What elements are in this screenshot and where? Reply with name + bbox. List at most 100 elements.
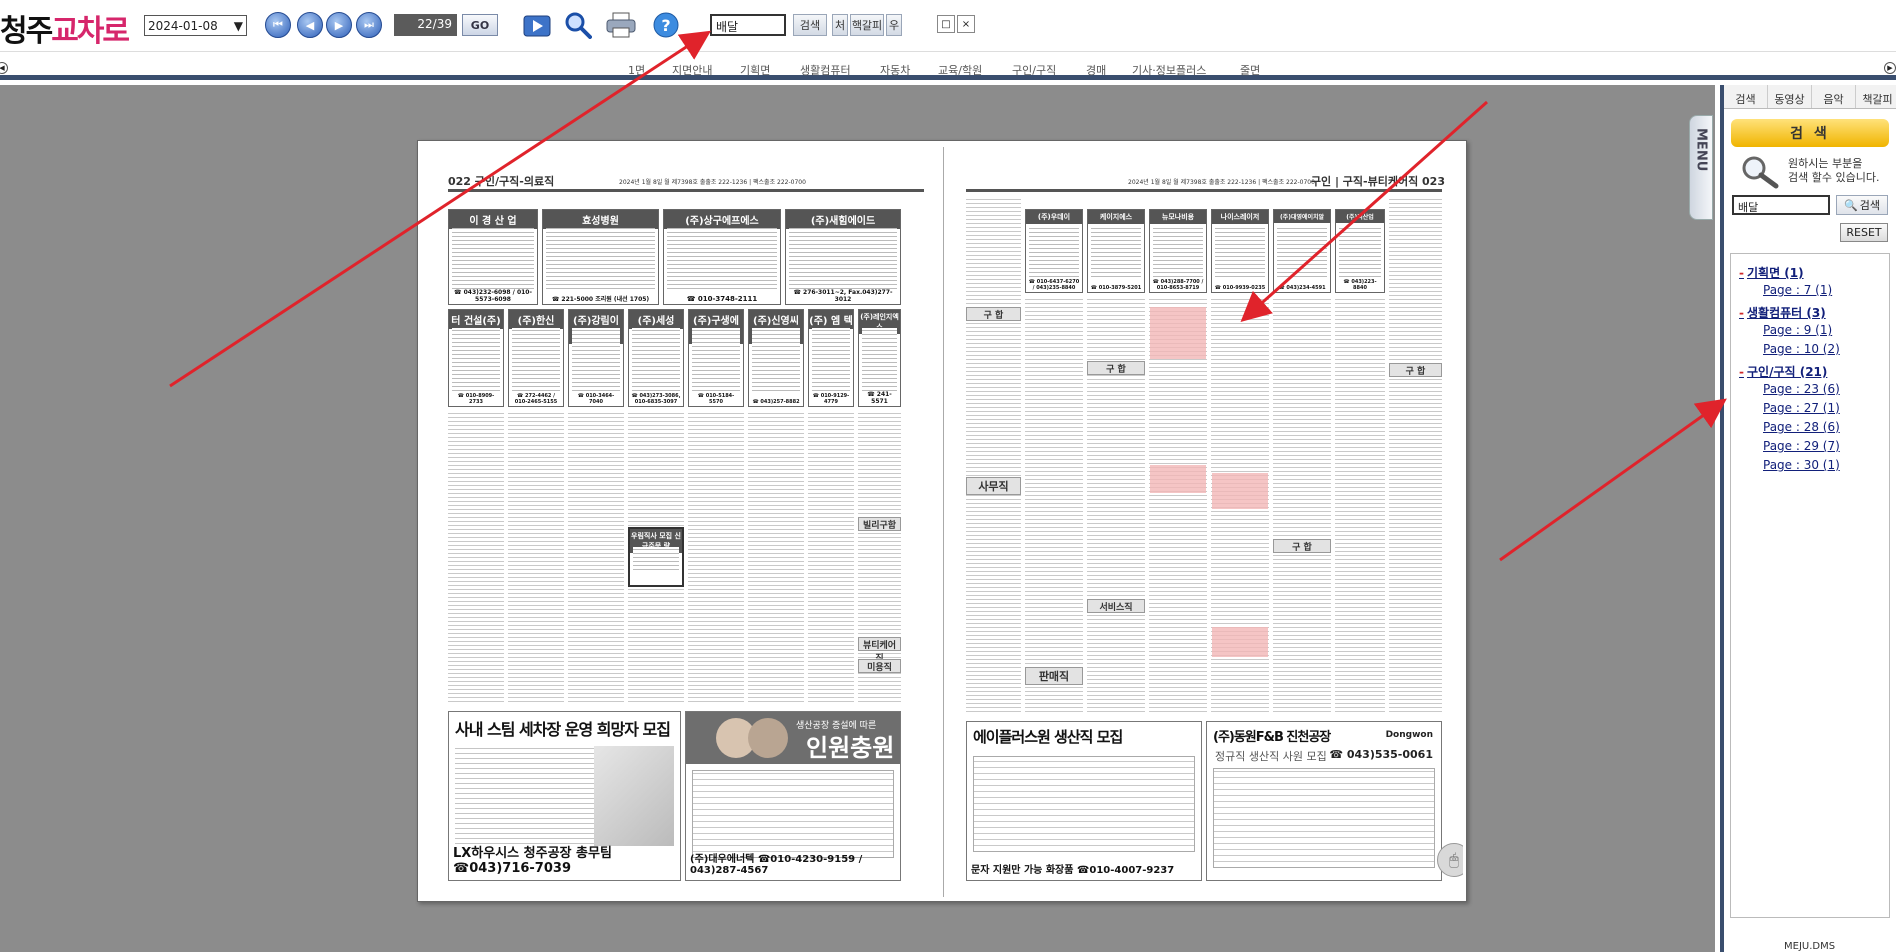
menu-item[interactable]: 줄면 xyxy=(1240,62,1260,78)
menu-item[interactable]: 지면안내 xyxy=(672,62,712,78)
menu-scroll-right-icon[interactable]: ▶ xyxy=(1884,62,1896,74)
small-ad: 우림직사 모집 신규주문 량 xyxy=(628,527,684,587)
tab-music[interactable]: 음악 xyxy=(1812,85,1856,108)
ad-box: 나이스레이저 ☎ 010-9939-0235 xyxy=(1211,209,1269,293)
ad-box: (주)신영씨스템☎ 043)257-8882 xyxy=(748,309,804,407)
ad-box-phone: ☎ 276-3011~2, Fax.043)277-3012 xyxy=(793,289,893,303)
classified-column xyxy=(1149,297,1207,715)
ad-box: (주)한신 ☎ 272-4462 / 010-2465-5155 xyxy=(508,309,564,407)
close-button[interactable]: × xyxy=(957,15,975,33)
ad-box-phone: ☎ 010-5184-5570 xyxy=(697,393,735,405)
ad-box: (주) 엠 텍 ☎ 010-9129-4779 xyxy=(808,309,854,407)
ad-box: 효성병원 ☎ 221-5000 조리원 (내선 1705) xyxy=(542,209,659,305)
menu-item[interactable]: 경매 xyxy=(1086,62,1106,78)
menu-item[interactable]: 1면 xyxy=(628,62,645,78)
ad-box-title: (주)새힘에이드 xyxy=(786,210,900,229)
zoom-icon[interactable] xyxy=(561,9,595,41)
result-group[interactable]: - 구인/구직 (21) xyxy=(1739,363,1881,380)
ad-box: 이 경 산 업 ☎ 043)232-6098 / 010-5573-6098 xyxy=(448,209,538,305)
sidebar-search-button[interactable]: 🔍 검색 xyxy=(1836,195,1888,215)
left-page[interactable]: 022 구인/구직-의료직 2024년 1월 8일 월 제7398호 출출조 2… xyxy=(424,147,939,897)
section-label: 구 합 xyxy=(1389,363,1442,377)
display-ad-2-footer: (주)대우에너텍 ☎010-4230-9159 / 043)287-4567 xyxy=(690,854,863,876)
date-select[interactable]: 2024-01-08 ▼ xyxy=(144,15,247,36)
section-label: 구 합 xyxy=(966,307,1021,321)
search-highlight xyxy=(1150,307,1206,359)
ad-box-phone: ☎ 043)273-3086, 010-6835-3097 xyxy=(631,393,681,405)
ad-box: (주)세성 ☎ 043)273-3086, 010-6835-3097 xyxy=(628,309,684,407)
help-icon[interactable]: ? xyxy=(649,9,683,41)
result-group[interactable]: - 기획면 (1) xyxy=(1739,264,1881,281)
section-label: 사무직 xyxy=(966,477,1021,495)
ad-box-phone: ☎ 043)288-7700 / 010-8653-8719 xyxy=(1152,279,1204,291)
classified-column xyxy=(1335,297,1385,715)
menu-toggle-tab[interactable]: MENU xyxy=(1689,115,1713,220)
ad-box: (주)강림이엔알☎ 010-3464-7040 xyxy=(568,309,624,407)
ad-box: 뉴모나비용 ☎ 043)288-7700 / 010-8653-8719 xyxy=(1149,209,1207,293)
display-ad-4-brand: Dongwon xyxy=(1385,730,1433,740)
next-page-icon[interactable]: ▶ xyxy=(326,12,352,38)
ad-box-phone: ☎ 010-9129-4779 xyxy=(812,393,850,405)
right-page[interactable]: 구인 | 구직-뷰티케어직 023 2024년 1월 8일 월 제7398호 출… xyxy=(948,147,1463,897)
menu-item[interactable]: 기획면 xyxy=(740,62,770,78)
sidebar-search-input[interactable]: 배달 xyxy=(1732,195,1830,215)
first-page-icon[interactable]: ⏮ xyxy=(265,12,291,38)
display-ad-4-sub: 정규직 생산직 사원 모집 xyxy=(1215,750,1327,763)
ad-box-title: 나이스레이저 xyxy=(1212,210,1268,224)
magnifier-icon xyxy=(1740,155,1782,197)
search-button[interactable]: 검색 xyxy=(793,14,827,36)
menu-item[interactable]: 교육/학원 xyxy=(938,62,982,78)
page-divider xyxy=(943,147,944,897)
print-icon[interactable] xyxy=(604,9,638,41)
video-icon[interactable] xyxy=(520,9,554,41)
top-toolbar: 청주교차로 2024-01-08 ▼ ⏮ ◀ ▶ ⏭ 22/39 GO ? 배달 … xyxy=(0,0,1896,52)
section-label: 빌리구함 xyxy=(858,517,901,531)
result-page-link[interactable]: Page : 7 (1) xyxy=(1763,281,1881,300)
reset-button[interactable]: RESET xyxy=(1840,223,1888,242)
result-page-link[interactable]: Page : 29 (7) xyxy=(1763,437,1881,456)
right-page-header-info: 2024년 1월 8일 월 제7398호 출출조 222-1236 | 팩스출조… xyxy=(1128,179,1315,186)
result-page-link[interactable]: Page : 10 (2) xyxy=(1763,340,1881,359)
result-page-link[interactable]: Page : 30 (1) xyxy=(1763,456,1881,475)
page-indicator[interactable]: 22/39 xyxy=(394,14,457,36)
ad-box-title: (주)대영에이치알 xyxy=(1274,210,1330,223)
date-value: 2024-01-08 xyxy=(148,18,218,33)
tab-search[interactable]: 검색 xyxy=(1724,85,1768,108)
prev-page-icon[interactable]: ◀ xyxy=(297,12,323,38)
bookmark-button[interactable]: 핵갈피 xyxy=(850,14,884,36)
result-page-link[interactable]: Page : 23 (6) xyxy=(1763,380,1881,399)
classified-column xyxy=(448,413,504,705)
ad-box: 터 건설(주) ☎ 010-8909-2733 xyxy=(448,309,504,407)
newspaper-viewer: 022 구인/구직-의료직 2024년 1월 8일 월 제7398호 출출조 2… xyxy=(0,85,1715,952)
menu-item[interactable]: 기사·정보플러스 xyxy=(1132,62,1206,78)
bookmark-first-button[interactable]: 처 xyxy=(832,14,848,36)
result-page-link[interactable]: Page : 28 (6) xyxy=(1763,418,1881,437)
search-highlight xyxy=(1212,627,1268,657)
ad-box-title: 효성병원 xyxy=(543,210,658,229)
menu-scroll-left-icon[interactable]: ◀ xyxy=(0,62,8,74)
menu-item[interactable]: 구인/구직 xyxy=(1012,62,1056,78)
go-button[interactable]: GO xyxy=(462,14,498,36)
ad-box-phone: ☎ 043)257-8882 xyxy=(752,399,800,405)
search-input[interactable]: 배달 xyxy=(710,14,786,36)
result-group[interactable]: - 생활컴퓨터 (3) xyxy=(1739,304,1881,321)
ad-box-phone: ☎ 010-3464-7040 xyxy=(577,393,615,405)
display-ad-1-footer: LX하우시스 청주공장 총무팀 ☎043)716-7039 xyxy=(453,846,612,876)
result-page-link[interactable]: Page : 9 (1) xyxy=(1763,321,1881,340)
mouse-icon: 🖱 xyxy=(1437,843,1463,877)
menu-tab-label: MENU xyxy=(1693,128,1709,172)
left-page-header: 022 구인/구직-의료직 xyxy=(448,175,555,188)
tab-bookmark[interactable]: 책갈피 xyxy=(1856,85,1896,108)
menu-item[interactable]: 자동차 xyxy=(880,62,910,78)
menu-item[interactable]: 생활컴퓨터 xyxy=(800,62,851,78)
ad-box-title: (주)리산업 xyxy=(1336,210,1384,223)
tab-video[interactable]: 동영상 xyxy=(1768,85,1812,108)
search-highlight xyxy=(1212,473,1268,509)
newspaper-spread[interactable]: 022 구인/구직-의료직 2024년 1월 8일 월 제7398호 출출조 2… xyxy=(417,140,1467,902)
search-icon: 🔍 xyxy=(1844,198,1858,212)
result-page-link[interactable]: Page : 27 (1) xyxy=(1763,399,1881,418)
ad-box-phone: ☎ 010-9939-0235 xyxy=(1214,285,1266,291)
restore-button[interactable]: □ xyxy=(937,15,955,33)
bookmark-last-button[interactable]: 우 xyxy=(886,14,902,36)
last-page-icon[interactable]: ⏭ xyxy=(356,12,382,38)
